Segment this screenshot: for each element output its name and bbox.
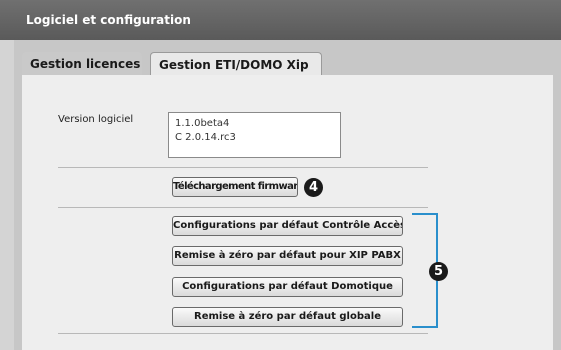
callout-badge-5: 5: [429, 262, 448, 281]
default-config-home-automation-button[interactable]: Configurations par défaut Domotique: [172, 277, 403, 297]
global-reset-button[interactable]: Remise à zéro par défaut globale: [172, 307, 403, 327]
default-config-access-control-button[interactable]: Configurations par défaut Contrôle Accès: [172, 216, 403, 236]
tab-gestion-licences[interactable]: Gestion licences: [22, 52, 142, 76]
firmware-download-button[interactable]: Téléchargement firmware: [172, 177, 298, 197]
version-line-2: C 2.0.14.rc3: [175, 132, 236, 143]
callout-badge-4: 4: [304, 178, 323, 197]
reset-xip-pabx-button[interactable]: Remise à zéro par défaut pour XIP PABX: [172, 246, 403, 266]
tab-gestion-eti-domo-xip[interactable]: Gestion ETI/DOMO Xip: [150, 52, 322, 76]
title-bar: Logiciel et configuration: [0, 0, 561, 40]
version-label: Version logiciel: [58, 114, 134, 125]
version-line-1: 1.1.0beta4: [175, 118, 230, 129]
version-field: 1.1.0beta4 C 2.0.14.rc3: [168, 112, 341, 158]
divider: [58, 207, 428, 208]
window-title: Logiciel et configuration: [26, 13, 191, 27]
divider: [58, 333, 428, 334]
divider: [58, 167, 428, 168]
config-window: Logiciel et configuration Gestion licenc…: [0, 0, 561, 350]
